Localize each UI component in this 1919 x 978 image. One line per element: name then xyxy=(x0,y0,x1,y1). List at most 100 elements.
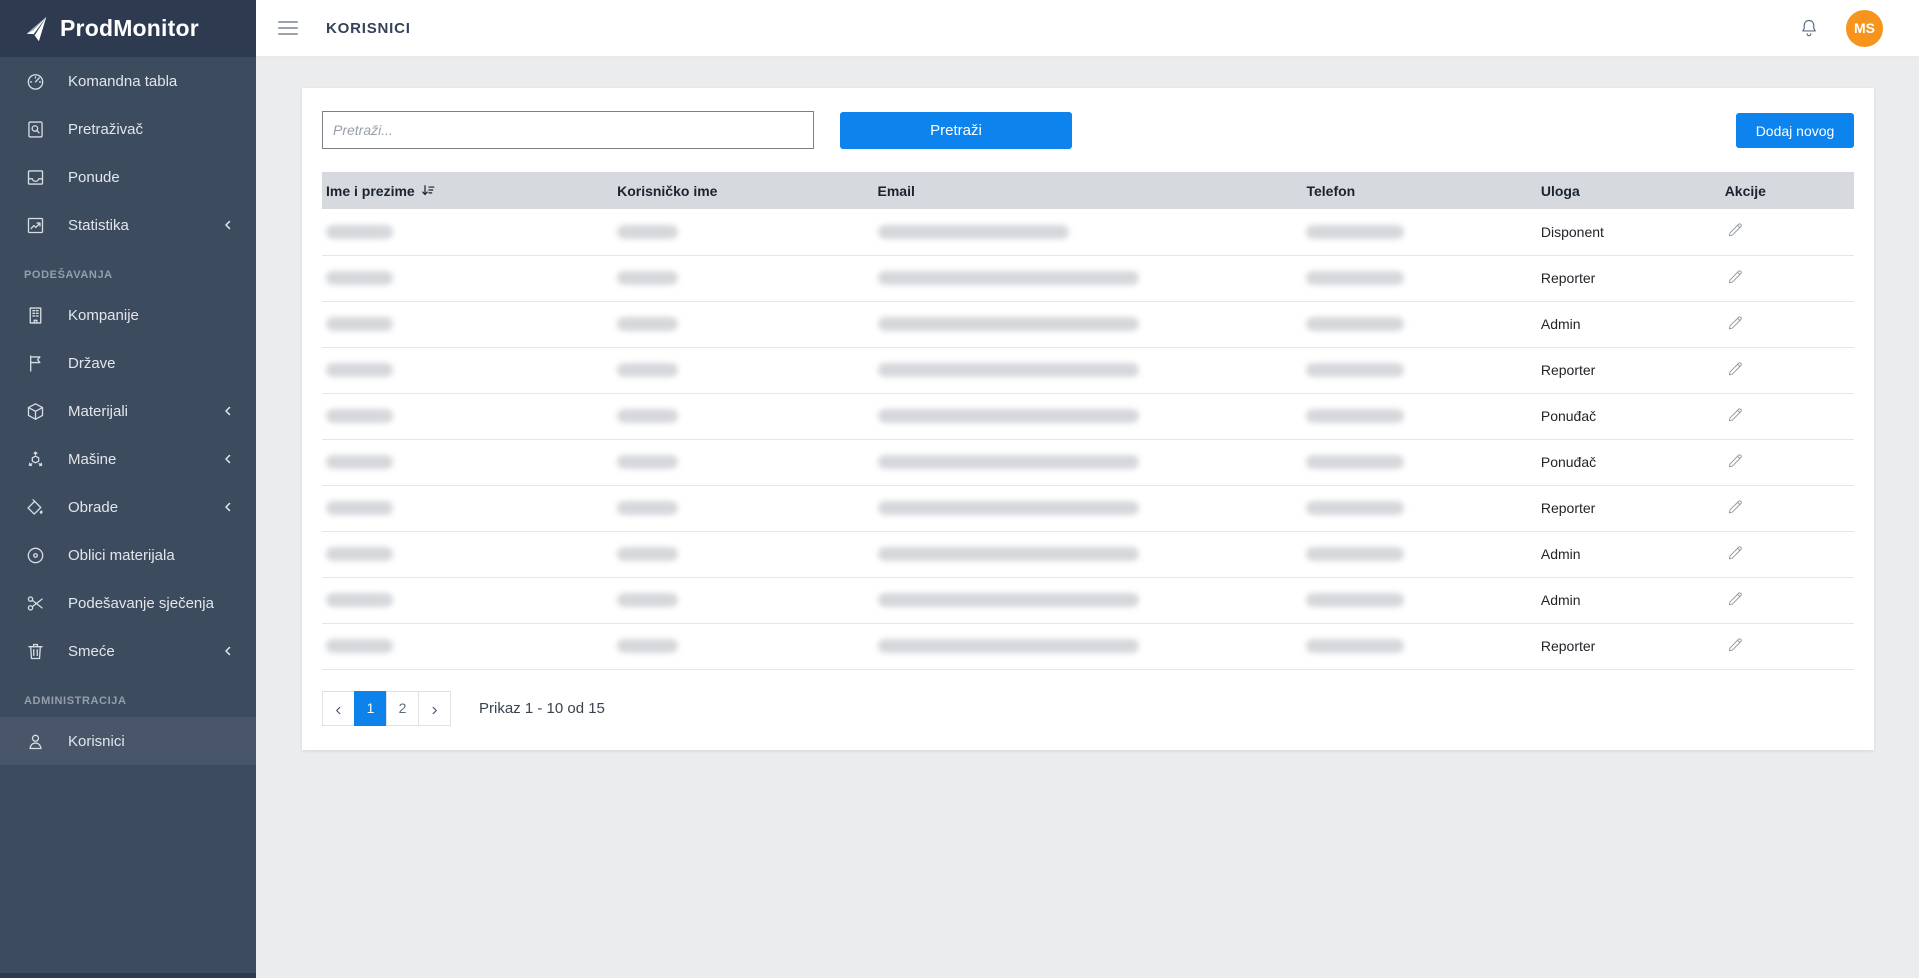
redacted-email xyxy=(878,639,1139,653)
redacted-phone xyxy=(1306,547,1404,561)
chevron-right-icon xyxy=(429,703,440,714)
redacted-username xyxy=(617,639,678,653)
sidebar-item-label: Korisnici xyxy=(68,733,125,750)
redacted-username xyxy=(617,455,678,469)
redacted-name xyxy=(326,409,393,423)
table-row: Reporter xyxy=(322,255,1854,301)
redacted-phone xyxy=(1306,225,1404,239)
redacted-email xyxy=(878,593,1139,607)
sort-icon[interactable] xyxy=(421,184,436,198)
sidebar-item-label: Komandna tabla xyxy=(68,73,177,90)
table-header-row: Ime i prezime Korisničko ime Email Telef… xyxy=(322,172,1854,209)
table-row: Admin xyxy=(322,301,1854,347)
edit-pencil-icon[interactable] xyxy=(1725,498,1745,518)
edit-pencil-icon[interactable] xyxy=(1725,268,1745,288)
sidebar-item-smece[interactable]: Smeće xyxy=(0,627,256,675)
edit-pencil-icon[interactable] xyxy=(1725,314,1745,334)
redacted-email xyxy=(878,501,1139,515)
sidebar-item-label: Ponude xyxy=(68,169,120,186)
column-header-akcije: Akcije xyxy=(1721,172,1854,209)
pagination-page-1[interactable]: 1 xyxy=(354,691,387,726)
column-header-korisnicko-ime[interactable]: Korisničko ime xyxy=(613,172,873,209)
document-search-icon xyxy=(24,118,46,140)
role-cell: Reporter xyxy=(1537,255,1721,301)
sidebar-item-drzave[interactable]: Države xyxy=(0,339,256,387)
redacted-email xyxy=(878,225,1069,239)
pagination-next-button[interactable] xyxy=(418,691,451,726)
avatar[interactable]: MS xyxy=(1846,10,1883,47)
hamburger-menu-icon[interactable] xyxy=(278,21,298,35)
bell-icon[interactable] xyxy=(1798,17,1820,39)
redacted-username xyxy=(617,271,678,285)
scissors-icon xyxy=(24,592,46,614)
sidebar-item-label: Države xyxy=(68,355,116,372)
edit-pencil-icon[interactable] xyxy=(1725,544,1745,564)
table-row: Admin xyxy=(322,531,1854,577)
sidebar-section-administracija: ADMINISTRACIJA xyxy=(0,675,256,717)
pagination: 1 2 xyxy=(322,691,451,726)
edit-pencil-icon[interactable] xyxy=(1725,590,1745,610)
redacted-email xyxy=(878,363,1139,377)
column-header-email[interactable]: Email xyxy=(874,172,1303,209)
redacted-name xyxy=(326,593,393,607)
redacted-phone xyxy=(1306,409,1404,423)
redacted-email xyxy=(878,271,1139,285)
pagination-row: 1 2 Prikaz 1 - 10 od 15 xyxy=(322,691,1854,726)
role-cell: Ponuđač xyxy=(1537,393,1721,439)
sidebar-item-korisnici[interactable]: Korisnici xyxy=(0,717,256,765)
toolbar: Pretraži Dodaj novog xyxy=(322,111,1854,149)
sidebar: ProdMonitor Komandna tabla Pretraživač P… xyxy=(0,0,256,978)
machine-3d-icon xyxy=(24,448,46,470)
chevron-left-icon xyxy=(222,453,234,465)
edit-pencil-icon[interactable] xyxy=(1725,452,1745,472)
edit-pencil-icon[interactable] xyxy=(1725,636,1745,656)
sidebar-item-ponude[interactable]: Ponude xyxy=(0,153,256,201)
top-header: KORISNICI MS xyxy=(256,0,1919,57)
redacted-name xyxy=(326,455,393,469)
sidebar-item-obrade[interactable]: Obrade xyxy=(0,483,256,531)
column-header-telefon[interactable]: Telefon xyxy=(1302,172,1536,209)
sidebar-item-oblici-materijala[interactable]: Oblici materijala xyxy=(0,531,256,579)
main-column: KORISNICI MS Pretraži Dodaj novog xyxy=(256,0,1919,978)
sidebar-item-label: Smeće xyxy=(68,643,115,660)
sidebar-item-materijali[interactable]: Materijali xyxy=(0,387,256,435)
building-icon xyxy=(24,304,46,326)
app-logo[interactable]: ProdMonitor xyxy=(0,0,256,57)
sidebar-item-podesavanje-sjecenja[interactable]: Podešavanje sječenja xyxy=(0,579,256,627)
pagination-prev-button[interactable] xyxy=(322,691,355,726)
sidebar-item-pretrazivac[interactable]: Pretraživač xyxy=(0,105,256,153)
sidebar-item-komandna-tabla[interactable]: Komandna tabla xyxy=(0,57,256,105)
search-input[interactable] xyxy=(322,111,814,149)
table-row: Admin xyxy=(322,577,1854,623)
sidebar-item-masine[interactable]: Mašine xyxy=(0,435,256,483)
flag-icon xyxy=(24,352,46,374)
redacted-name xyxy=(326,363,393,377)
sidebar-item-kompanije[interactable]: Kompanije xyxy=(0,291,256,339)
search-button[interactable]: Pretraži xyxy=(840,112,1072,149)
redacted-phone xyxy=(1306,501,1404,515)
chevron-left-icon xyxy=(222,645,234,657)
column-header-uloga[interactable]: Uloga xyxy=(1537,172,1721,209)
edit-pencil-icon[interactable] xyxy=(1725,360,1745,380)
redacted-name xyxy=(326,271,393,285)
redacted-phone xyxy=(1306,593,1404,607)
redacted-name xyxy=(326,547,393,561)
redacted-email xyxy=(878,547,1139,561)
redacted-username xyxy=(617,409,678,423)
redacted-phone xyxy=(1306,271,1404,285)
edit-pencil-icon[interactable] xyxy=(1725,221,1745,241)
chevron-left-icon xyxy=(222,501,234,513)
users-table: Ime i prezime Korisničko ime Email Telef… xyxy=(322,172,1854,670)
redacted-name xyxy=(326,639,393,653)
add-new-button[interactable]: Dodaj novog xyxy=(1736,113,1854,148)
column-header-ime-i-prezime[interactable]: Ime i prezime xyxy=(322,172,613,209)
sidebar-item-label: Statistika xyxy=(68,217,129,234)
role-cell: Admin xyxy=(1537,577,1721,623)
redacted-name xyxy=(326,225,393,239)
paper-plane-logo-icon xyxy=(22,14,52,44)
redacted-phone xyxy=(1306,317,1404,331)
redacted-name xyxy=(326,317,393,331)
pagination-page-2[interactable]: 2 xyxy=(386,691,419,726)
sidebar-item-statistika[interactable]: Statistika xyxy=(0,201,256,249)
edit-pencil-icon[interactable] xyxy=(1725,406,1745,426)
